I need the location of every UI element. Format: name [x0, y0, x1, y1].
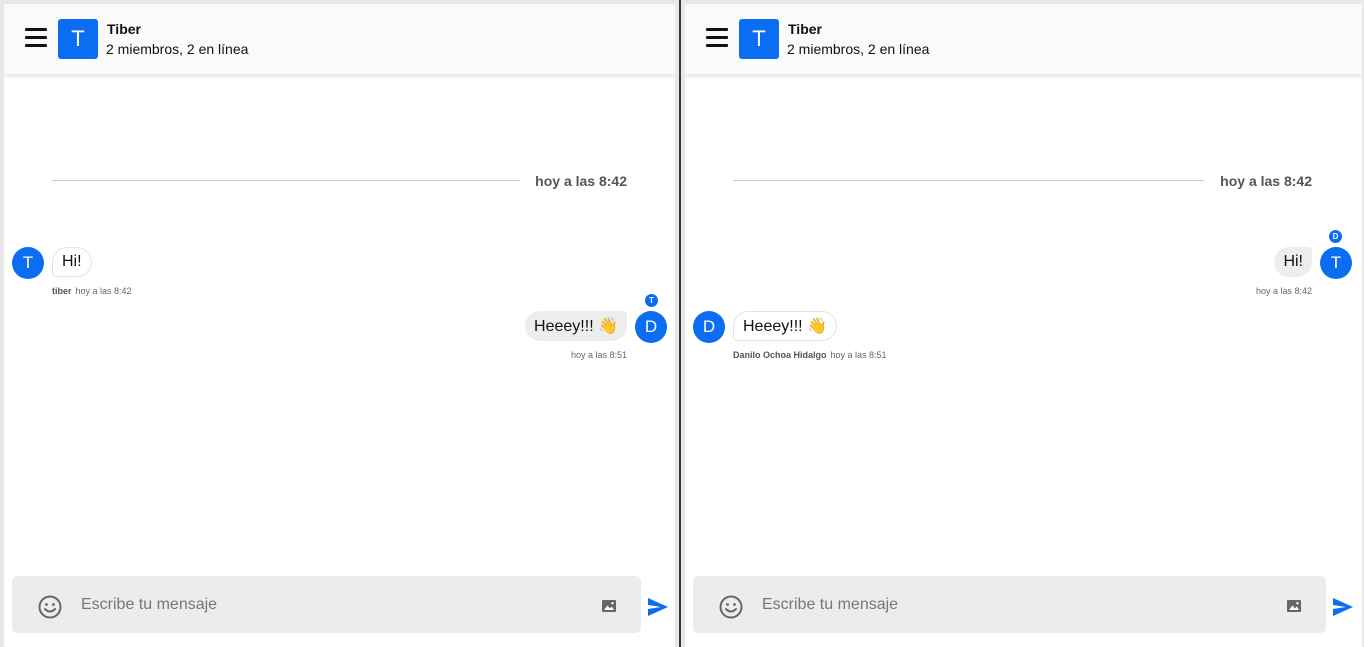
- message-time: hoy a las 8:42: [75, 286, 132, 296]
- avatar[interactable]: T: [1320, 247, 1352, 279]
- date-separator-line: [733, 180, 1204, 181]
- send-icon[interactable]: [1333, 598, 1353, 616]
- smiley-icon[interactable]: [38, 595, 62, 619]
- message-time: hoy a las 8:51: [570, 350, 627, 360]
- image-icon[interactable]: [1286, 598, 1302, 614]
- message-text: Hi!: [62, 253, 82, 270]
- message-bubble[interactable]: Heeey!!! 👋: [733, 311, 837, 341]
- message-author: tiber: [52, 286, 72, 296]
- send-icon[interactable]: [648, 598, 668, 616]
- menu-icon[interactable]: [25, 28, 47, 47]
- smiley-icon[interactable]: [719, 595, 743, 619]
- chat-window-left: T Tiber 2 miembros, 2 en línea hoy a las…: [4, 4, 675, 647]
- message-bubble[interactable]: Heeey!!! 👋: [525, 311, 627, 341]
- group-name: Tiber: [788, 21, 822, 37]
- message-composer[interactable]: Escribe tu mensaje: [12, 576, 641, 633]
- message-text: Hi!: [1283, 253, 1303, 270]
- split-divider[interactable]: [679, 0, 681, 647]
- chat-header: T Tiber 2 miembros, 2 en línea: [685, 4, 1362, 74]
- read-receipt-avatar: T: [644, 293, 659, 308]
- message-input[interactable]: Escribe tu mensaje: [762, 596, 898, 614]
- group-avatar[interactable]: T: [58, 19, 98, 59]
- group-avatar[interactable]: T: [739, 19, 779, 59]
- group-status: 2 miembros, 2 en línea: [787, 41, 930, 57]
- message-composer[interactable]: Escribe tu mensaje: [693, 576, 1326, 633]
- read-receipt-avatar: D: [1328, 229, 1343, 244]
- date-separator: hoy a las 8:42: [1220, 173, 1312, 189]
- message-bubble[interactable]: Hi!: [1274, 247, 1312, 277]
- message-time: hoy a las 8:42: [1255, 286, 1312, 296]
- message-text: Heeey!!! 👋: [534, 318, 618, 335]
- message-input[interactable]: Escribe tu mensaje: [81, 596, 217, 614]
- message-meta: tiber hoy a las 8:42: [52, 286, 132, 296]
- group-status: 2 miembros, 2 en línea: [106, 41, 249, 57]
- date-separator-line: [52, 180, 520, 181]
- chat-header: T Tiber 2 miembros, 2 en línea: [4, 4, 675, 74]
- date-separator: hoy a las 8:42: [535, 173, 627, 189]
- message-bubble[interactable]: Hi!: [52, 247, 92, 277]
- avatar[interactable]: D: [635, 311, 667, 343]
- message-meta: Danilo Ochoa Hidalgo hoy a las 8:51: [733, 350, 887, 360]
- avatar[interactable]: D: [693, 311, 725, 343]
- message-author: Danilo Ochoa Hidalgo: [733, 350, 827, 360]
- chat-window-right: T Tiber 2 miembros, 2 en línea hoy a las…: [685, 4, 1362, 647]
- message-time: hoy a las 8:51: [830, 350, 887, 360]
- group-name: Tiber: [107, 21, 141, 37]
- avatar[interactable]: T: [12, 247, 44, 279]
- image-icon[interactable]: [601, 598, 617, 614]
- menu-icon[interactable]: [706, 28, 728, 47]
- message-text: Heeey!!! 👋: [743, 318, 827, 335]
